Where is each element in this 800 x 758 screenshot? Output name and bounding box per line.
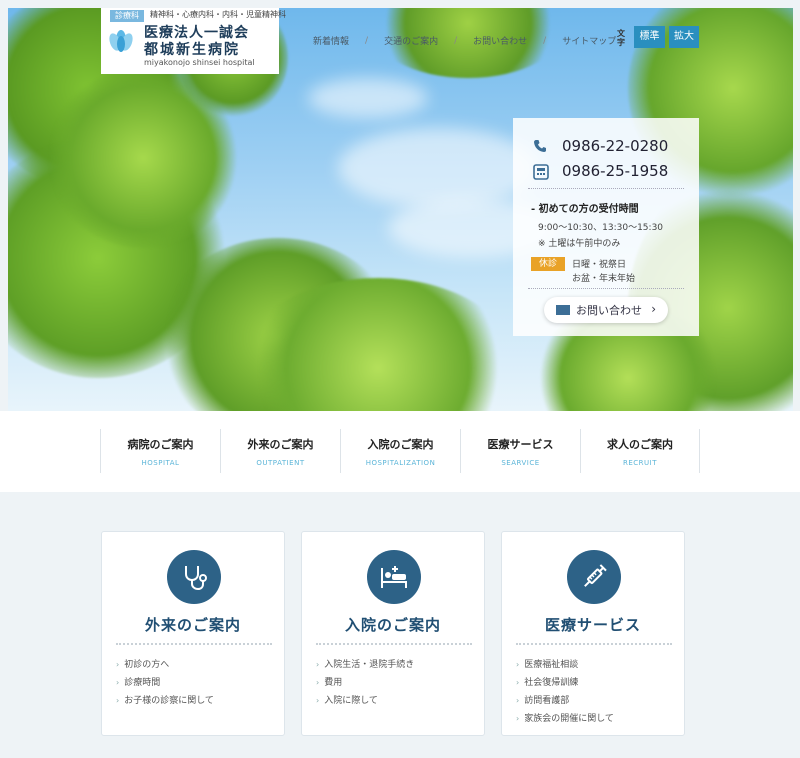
phone-icon: [534, 140, 546, 152]
card-link[interactable]: › 家族会の開催に関して: [516, 710, 614, 728]
card-title: 医療サービス: [544, 616, 641, 634]
subnav-label: 病院のご案内: [127, 438, 194, 451]
logo-dept-tag: 診療科: [110, 10, 144, 22]
nav-separator: /: [543, 35, 547, 46]
subnav-hospitalization[interactable]: 入院のご案内 HOSPITALIZATION: [340, 429, 460, 473]
card-link[interactable]: › 入院生活・退院手続き: [316, 656, 414, 674]
card-hospitalization[interactable]: 入院のご案内 › 入院生活・退院手続き › 費用 › 入院に際して: [301, 531, 485, 736]
card-divider: [316, 643, 472, 645]
info-divider: [528, 288, 684, 289]
nav-contact-link[interactable]: お問い合わせ: [473, 34, 527, 47]
subnav-label: 外来のご案内: [247, 438, 314, 451]
font-standard-button[interactable]: 標準: [634, 26, 665, 48]
hospital-name: 都城新生病院: [144, 42, 240, 58]
contact-button-label: お問い合わせ: [576, 304, 642, 317]
stethoscope-icon: [167, 550, 221, 604]
fax-icon: [533, 164, 549, 180]
arrow-icon: ›: [516, 714, 520, 723]
hospital-romaji: miyakonojo shinsei hospital: [144, 58, 255, 67]
subnav-sublabel: HOSPITALIZATION: [365, 459, 436, 467]
arrow-icon: ›: [516, 678, 520, 687]
nav-sitemap-link[interactable]: サイトマップ: [562, 34, 616, 47]
card-title: 入院のご案内: [344, 616, 441, 634]
subnav-label: 求人のご案内: [607, 438, 673, 451]
subnav-sublabel: OUTPATIENT: [256, 459, 305, 467]
card-link[interactable]: › 社会復帰訓練: [516, 674, 614, 692]
subnav-sublabel: RECRUIT: [622, 459, 657, 467]
subnav-hospital[interactable]: 病院のご案内 HOSPITAL: [100, 429, 220, 473]
arrow-icon: ›: [316, 678, 320, 687]
closed-days-line1: 日曜・祝祭日: [572, 260, 627, 270]
card-link[interactable]: › 診療時間: [116, 674, 214, 692]
nav-news-link[interactable]: 新着情報: [313, 34, 349, 47]
card-outpatient[interactable]: 外来のご案内 › 初診の方へ › 診療時間 › お子様の診察に関して: [101, 531, 285, 736]
arrow-icon: ›: [516, 660, 520, 669]
arrow-icon: ›: [516, 696, 520, 705]
nav-separator: /: [454, 35, 458, 46]
arrow-icon: ›: [116, 660, 120, 669]
nav-separator: /: [365, 35, 369, 46]
arrow-icon: ›: [116, 696, 120, 705]
card-title: 外来のご案内: [144, 616, 241, 634]
card-link[interactable]: › 初診の方へ: [116, 656, 214, 674]
nav-access-link[interactable]: 交通のご案内: [384, 34, 438, 47]
subnav-sublabel: HOSPITAL: [141, 459, 180, 467]
card-medical-service[interactable]: 医療サービス › 医療福祉相談 › 社会復帰訓練 › 訪問看護部 › 家族会の開催に関し…: [501, 531, 685, 736]
subnav-outpatient[interactable]: 外来のご案内 OUTPATIENT: [220, 429, 340, 473]
tel-number[interactable]: 0986-22-0280: [562, 137, 668, 155]
arrow-icon: ›: [116, 678, 120, 687]
card-divider: [116, 643, 272, 645]
reception-hours-time: 9:00〜10:30、13:30〜15:30: [538, 223, 664, 233]
mail-icon: [556, 305, 570, 315]
closed-days-line2: お盆・年末年始: [572, 274, 636, 284]
reception-hours-title: - 初めての方の受付時間: [531, 204, 639, 215]
hospital-bed-icon: [367, 550, 421, 604]
arrow-icon: ›: [316, 660, 320, 669]
card-link-list: › 入院生活・退院手続き › 費用 › 入院に際して: [316, 656, 414, 710]
card-link[interactable]: › 医療福祉相談: [516, 656, 614, 674]
subnav-label: 医療サービス: [487, 438, 554, 451]
card-link[interactable]: › 訪問看護部: [516, 692, 614, 710]
card-link-list: › 医療福祉相談 › 社会復帰訓練 › 訪問看護部 › 家族会の開催に関して: [516, 656, 614, 728]
subnav-label: 入院のご案内: [367, 438, 434, 451]
lotus-logo-icon: [109, 30, 133, 52]
fax-number: 0986-25-1958: [562, 162, 669, 180]
syringe-icon: [567, 550, 621, 604]
subnav-service[interactable]: 医療サービス SEARVICE: [460, 429, 580, 473]
contact-button[interactable]: お問い合わせ ›: [544, 297, 668, 323]
info-divider: [528, 188, 684, 189]
card-link[interactable]: › 入院に際して: [316, 692, 414, 710]
subnav-recruit[interactable]: 求人のご案内 RECRUIT: [580, 429, 700, 473]
card-link[interactable]: › 費用: [316, 674, 414, 692]
closed-badge: 休診: [531, 257, 565, 271]
chevron-right-icon: ›: [651, 302, 656, 316]
top-nav: 新着情報 / 交通のご案内 / お問い合わせ / サイトマップ: [313, 34, 616, 48]
subnav-sublabel: SEARVICE: [501, 459, 540, 467]
font-large-button[interactable]: 拡大: [669, 26, 699, 48]
font-size-label: 文字: [617, 29, 625, 47]
card-divider: [516, 643, 672, 645]
card-link-list: › 初診の方へ › 診療時間 › お子様の診察に関して: [116, 656, 214, 710]
arrow-icon: ›: [316, 696, 320, 705]
logo-departments: 精神科・心療内科・内科・児童精神科: [150, 10, 286, 19]
card-link[interactable]: › お子様の診察に関して: [116, 692, 214, 710]
reception-hours-note: ※ 土曜は午前中のみ: [538, 239, 621, 249]
